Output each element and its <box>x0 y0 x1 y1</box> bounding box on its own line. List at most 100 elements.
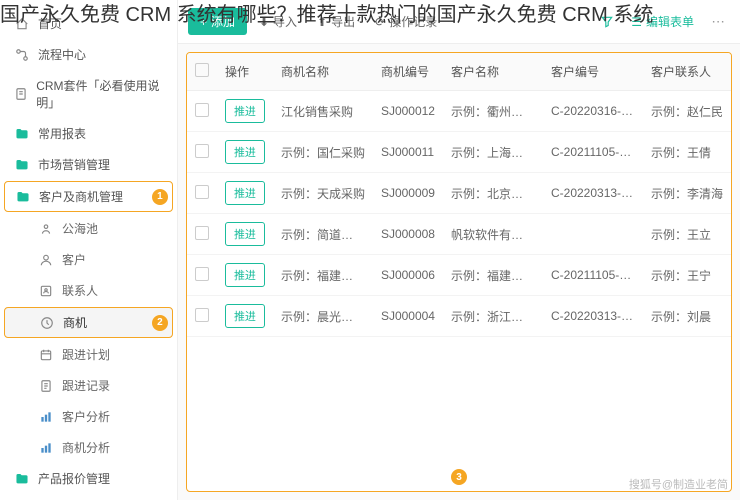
sidebar-item-customer-analysis[interactable]: 客户分析 <box>0 401 177 432</box>
cell-contact: 示例：李清海 <box>643 173 731 214</box>
sidebar-item-customer-opportunity[interactable]: 客户及商机管理 1 <box>4 181 173 212</box>
sidebar-item-record[interactable]: 跟进记录 <box>0 370 177 401</box>
app-container: 首页 流程中心 CRM套件「必看使用说明」 常用报表 市场营销管理 客户及商机管… <box>0 0 740 500</box>
more-button[interactable]: ⋯ <box>706 10 730 34</box>
add-label: 添加 <box>211 13 235 30</box>
add-button[interactable]: + 添加 <box>188 8 247 35</box>
cell-contact: 示例：王宁 <box>643 255 731 296</box>
folder-icon <box>14 157 30 173</box>
sidebar-label: 市场营销管理 <box>38 156 110 173</box>
main-content: + 添加 ⬇ 导入 ⬆ 导出 ⟳ 操作记录 ☰ 编辑表单 <box>178 0 740 500</box>
sidebar-label: 首页 <box>38 15 62 32</box>
toolbar-right: ☰ 编辑表单 ⋯ <box>595 8 730 35</box>
export-button[interactable]: ⬆ 导出 <box>309 8 363 35</box>
edit-form-button[interactable]: ☰ 编辑表单 <box>623 8 702 35</box>
col-cust-code[interactable]: 客户编号 <box>543 53 643 91</box>
clock-icon: ⟳ <box>375 15 385 29</box>
sidebar-item-crm-suite[interactable]: CRM套件「必看使用说明」 <box>0 70 177 118</box>
table-row[interactable]: 推进 示例：简道云采购 SJ000008 帆软软件有限公司 示例：王立 <box>187 214 731 255</box>
cell-cust-code: C-20220316-0000001 <box>543 91 643 132</box>
row-checkbox[interactable] <box>195 144 209 158</box>
cell-name: 示例：国仁采购 <box>273 132 373 173</box>
more-icon: ⋯ <box>711 14 724 30</box>
cell-name: 示例：晨光文具设备... <box>273 296 373 337</box>
cell-customer: 示例：衢州江化集团 <box>443 91 543 132</box>
sidebar-item-customer[interactable]: 客户 <box>0 244 177 275</box>
row-checkbox[interactable] <box>195 103 209 117</box>
sidebar-item-product-quote[interactable]: 产品报价管理 <box>0 463 177 494</box>
table-row[interactable]: 推进 江化销售采购 SJ000012 示例：衢州江化集团 C-20220316-… <box>187 91 731 132</box>
cell-customer: 示例：北京天诚软件... <box>443 173 543 214</box>
table-row[interactable]: 推进 示例：天成采购 SJ000009 示例：北京天诚软件... C-20220… <box>187 173 731 214</box>
sidebar-item-plan[interactable]: 跟进计划 <box>0 339 177 370</box>
col-action[interactable]: 操作 <box>217 53 273 91</box>
cell-code: SJ000011 <box>373 132 443 173</box>
sidebar-item-contract[interactable]: 合同/回款/开票管理 <box>0 494 177 500</box>
import-button[interactable]: ⬇ 导入 <box>251 8 305 35</box>
contact-icon <box>38 283 54 299</box>
advance-button[interactable]: 推进 <box>225 99 265 123</box>
sidebar-label: 客户分析 <box>62 408 110 425</box>
col-name[interactable]: 商机名称 <box>273 53 373 91</box>
cell-customer: 帆软软件有限公司 <box>443 214 543 255</box>
pool-icon <box>38 221 54 237</box>
cell-customer: 示例：福建一高集团 <box>443 255 543 296</box>
sidebar-label: 产品报价管理 <box>38 470 110 487</box>
cell-name: 江化销售采购 <box>273 91 373 132</box>
sidebar-item-opportunity[interactable]: 商机 2 <box>4 307 173 338</box>
advance-button[interactable]: 推进 <box>225 263 265 287</box>
table-row[interactable]: 推进 示例：晨光文具设备... SJ000004 示例：浙江晨光文具... C-… <box>187 296 731 337</box>
sidebar-item-home[interactable]: 首页 <box>0 8 177 39</box>
sidebar-item-reports[interactable]: 常用报表 <box>0 118 177 149</box>
cell-name: 示例：天成采购 <box>273 173 373 214</box>
record-icon <box>38 378 54 394</box>
cell-cust-code: C-20211105-0000004 <box>543 255 643 296</box>
plus-icon: + <box>200 15 207 29</box>
filter-button[interactable] <box>595 10 619 34</box>
row-checkbox[interactable] <box>195 185 209 199</box>
sidebar-item-contact[interactable]: 联系人 <box>0 275 177 306</box>
sidebar-label: 客户 <box>62 251 86 268</box>
export-label: 导出 <box>331 13 355 30</box>
folder-icon <box>14 471 30 487</box>
sidebar-label: 商机分析 <box>62 439 110 456</box>
doc-icon <box>14 86 28 102</box>
cell-contact: 示例：刘晨 <box>643 296 731 337</box>
sidebar-item-flow[interactable]: 流程中心 <box>0 39 177 70</box>
advance-button[interactable]: 推进 <box>225 181 265 205</box>
row-checkbox[interactable] <box>195 308 209 322</box>
annotation-badge-3: 3 <box>451 469 467 485</box>
sidebar: 首页 流程中心 CRM套件「必看使用说明」 常用报表 市场营销管理 客户及商机管… <box>0 0 178 500</box>
sidebar-item-opportunity-analysis[interactable]: 商机分析 <box>0 432 177 463</box>
sidebar-label: 常用报表 <box>38 125 86 142</box>
select-all-checkbox[interactable] <box>195 63 209 77</box>
col-contact[interactable]: 客户联系人 <box>643 53 731 91</box>
sidebar-item-marketing[interactable]: 市场营销管理 <box>0 149 177 180</box>
cell-customer: 示例：上海国仁有限... <box>443 132 543 173</box>
cell-contact: 示例：王倩 <box>643 132 731 173</box>
watermark: 搜狐号@制造业老简 <box>629 476 728 492</box>
col-code[interactable]: 商机编号 <box>373 53 443 91</box>
home-icon <box>14 16 30 32</box>
cell-code: SJ000012 <box>373 91 443 132</box>
log-button[interactable]: ⟳ 操作记录 <box>367 8 445 35</box>
col-customer[interactable]: 客户名称 <box>443 53 543 91</box>
cell-cust-code: C-20220313-0000004 <box>543 296 643 337</box>
cell-customer: 示例：浙江晨光文具... <box>443 296 543 337</box>
sidebar-item-pool[interactable]: 公海池 <box>0 213 177 244</box>
cell-code: SJ000008 <box>373 214 443 255</box>
table-row[interactable]: 推进 示例：国仁采购 SJ000011 示例：上海国仁有限... C-20211… <box>187 132 731 173</box>
row-checkbox[interactable] <box>195 267 209 281</box>
advance-button[interactable]: 推进 <box>225 140 265 164</box>
sidebar-label: 商机 <box>63 314 87 331</box>
advance-button[interactable]: 推进 <box>225 222 265 246</box>
opportunity-icon <box>39 315 55 331</box>
advance-button[interactable]: 推进 <box>225 304 265 328</box>
filter-icon <box>600 15 614 29</box>
folder-icon <box>15 189 31 205</box>
analysis-icon <box>38 440 54 456</box>
sidebar-label: 跟进计划 <box>62 346 110 363</box>
row-checkbox[interactable] <box>195 226 209 240</box>
table-row[interactable]: 推进 示例：福建一高3月订单 SJ000006 示例：福建一高集团 C-2021… <box>187 255 731 296</box>
cell-code: SJ000009 <box>373 173 443 214</box>
